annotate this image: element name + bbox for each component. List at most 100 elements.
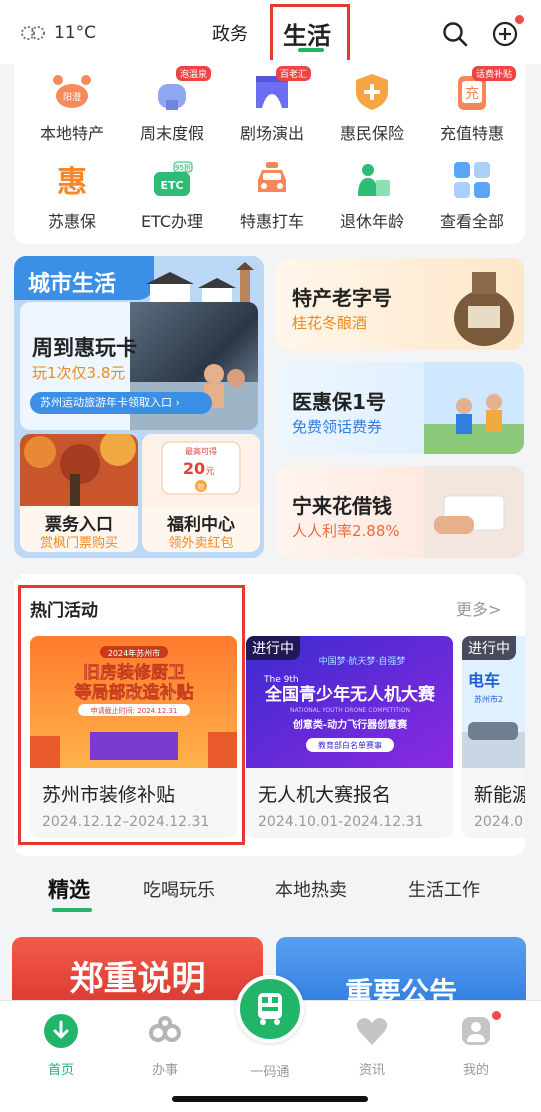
service-badge: 话费补贴 [472,66,517,81]
tab-food-fun[interactable]: 吃喝玩乐 [143,876,215,902]
etc-discount-text: 95折 [175,163,191,172]
tab-government[interactable]: 政务 [212,20,248,46]
activity-card-drone-contest[interactable]: 中国梦·航天梦·自强梦 The 9th 全国青少年无人机大赛 NATIONAL … [246,636,453,838]
service-su-hui-bao[interactable]: 惠 苏惠保 [27,158,117,232]
active-category-indicator [52,908,92,912]
new-energy-banner-sub: 苏州市2 [474,694,503,704]
drone-banner-edition: The 9th [263,675,299,685]
service-recharge[interactable]: 充 话费补贴 充值特惠 [427,66,517,144]
phone-charge-icon: 充 话费补贴 [450,66,517,114]
banner-solemn-statement[interactable]: 郑重说明 [12,937,263,1007]
service-retirement-age[interactable]: 退休年龄 [327,158,417,232]
family-outdoor-photo [424,362,524,454]
pagoda-illustration [146,262,254,302]
nav-label: 我的 [462,1063,489,1078]
notification-dot [515,15,524,24]
sports-tourism-card-entry-button[interactable]: 苏州运动旅游年卡领取入口 › [30,392,212,414]
theater-icon: 百老汇 [250,66,312,114]
nav-profile[interactable]: 我的 [446,1011,506,1078]
wine-jar-photo [454,272,514,346]
profile-icon [462,1017,490,1045]
affairs-icon [149,1016,181,1042]
service-label: 退休年龄 [339,212,404,231]
weather-icon [21,26,45,40]
promo-subtitle: 桂花冬酿酒 [292,314,368,332]
service-label: 本地特产 [39,124,104,143]
nav-label: 首页 [47,1063,74,1078]
card-week-pass[interactable]: 周到惠玩卡 玩1次仅3.8元 苏州运动旅游年卡领取入口 › [20,302,258,430]
promo-subtitle: 免费领话费券 [292,418,383,436]
taxi-icon [250,158,294,202]
activity-card-new-energy[interactable]: 电车 苏州市2 进行中 新能源 2024.0 [462,636,525,838]
highlight-box-hot-activity [18,585,245,845]
service-label: 剧场演出 [239,124,304,143]
status-badge: 进行中 [462,636,516,660]
qr-code-icon [258,993,282,1025]
notification-dot [492,1011,501,1020]
news-heart-icon [356,1018,388,1045]
promo-medical-insurance[interactable]: 医惠保1号 免费领话费券 [276,362,524,454]
card-ticketing[interactable]: 票务入口 赏枫门票购买 [20,434,138,552]
service-local-specialty[interactable]: 阳澄 本地特产 [27,70,117,144]
drone-banner-slogan: 中国梦·航天梦·自强梦 [319,655,406,667]
service-grid-card: 阳澄 本地特产 泡温泉 周末度假 百老汇 剧场演出 惠民保险 充 话费补贴 充值… [14,60,525,244]
hui-icon-text: 惠 [57,165,87,200]
drone-banner-sub: 创意类-动力飞行器创意赛 [292,718,408,731]
nav-news[interactable]: 资讯 [342,1013,402,1078]
tab-featured[interactable]: 精选 [48,874,90,904]
hot-activities-more-link[interactable]: 更多> [456,596,501,620]
coupon-label: 最高可得 [185,446,217,456]
service-weekend-vacation[interactable]: 泡温泉 周末度假 [127,66,217,144]
week-card-title: 周到惠玩卡 [32,336,137,360]
city-life-title: 城市生活 [28,272,117,297]
service-taxi[interactable]: 特惠打车 [227,158,317,232]
coupon-unit: 元 [205,467,214,477]
drone-banner-main: 全国青少年无人机大赛 [264,684,436,705]
promo-loan[interactable]: 宁来花借钱 人人利率2.88% [276,466,524,558]
promo-subtitle: 人人利率2.88% [292,522,400,540]
promo-title: 特产老字号 [292,286,392,310]
service-badge: 百老汇 [276,66,312,81]
drone-banner-en: NATIONAL YOUTH DRONE COMPETITION [290,707,410,714]
grid-all-icon [450,158,494,202]
banner-text: 郑重说明 [69,959,206,999]
promo-title: 宁来花借钱 [292,494,392,518]
tab-life-work[interactable]: 生活工作 [408,876,480,902]
service-view-all[interactable]: 查看全部 [427,158,517,232]
banner-important-notice[interactable]: 重要公告 [276,937,526,1007]
hand-card-photo [424,466,524,558]
home-download-icon [44,1014,78,1048]
service-badge: 泡温泉 [176,66,212,81]
new-energy-banner-text: 电车 [468,671,500,690]
nav-affairs[interactable]: 办事 [135,1013,195,1078]
crab-icon-text: 阳澄 [63,91,81,103]
search-icon[interactable] [442,21,468,47]
nav-home[interactable]: 首页 [31,1013,91,1078]
nav-one-code[interactable] [236,975,304,1043]
new-energy-banner: 电车 苏州市2 进行中 [462,636,525,768]
service-theater[interactable]: 百老汇 剧场演出 [227,66,317,144]
service-label: 查看全部 [439,212,504,231]
service-insurance[interactable]: 惠民保险 [327,70,417,144]
activity-date: 2024.0 [474,814,523,830]
service-label: 充值特惠 [439,124,504,143]
service-label: 惠民保险 [339,124,404,143]
drone-contest-banner: 中国梦·航天梦·自强梦 The 9th 全国青少年无人机大赛 NATIONAL … [246,636,453,768]
maple-leaves-photo [20,434,138,506]
etc-icon-text: ETC [160,179,183,192]
nav-label: 办事 [151,1063,178,1078]
temperature: 11°C [54,23,97,43]
coupon-illustration: 最高可得 20 元 抢 [142,434,260,506]
activity-name: 新能源 [474,784,525,806]
card-welfare-center[interactable]: 最高可得 20 元 抢 福利中心 领外卖红包 [142,434,260,552]
service-etc[interactable]: ETC 95折 ETC办理 [127,158,217,232]
mailbox-icon: 泡温泉 [150,66,212,114]
status-badge: 进行中 [246,636,300,660]
ticket-card-subtitle: 赏枫门票购买 [39,536,118,551]
tab-local-hot[interactable]: 本地热卖 [275,876,347,902]
add-circle-icon[interactable] [492,21,518,47]
service-label: 苏惠保 [47,212,96,231]
promo-specialty-brand[interactable]: 特产老字号 桂花冬酿酒 [276,258,524,350]
etc-icon: ETC 95折 [150,158,194,202]
weather-widget[interactable]: 11°C [20,22,96,44]
